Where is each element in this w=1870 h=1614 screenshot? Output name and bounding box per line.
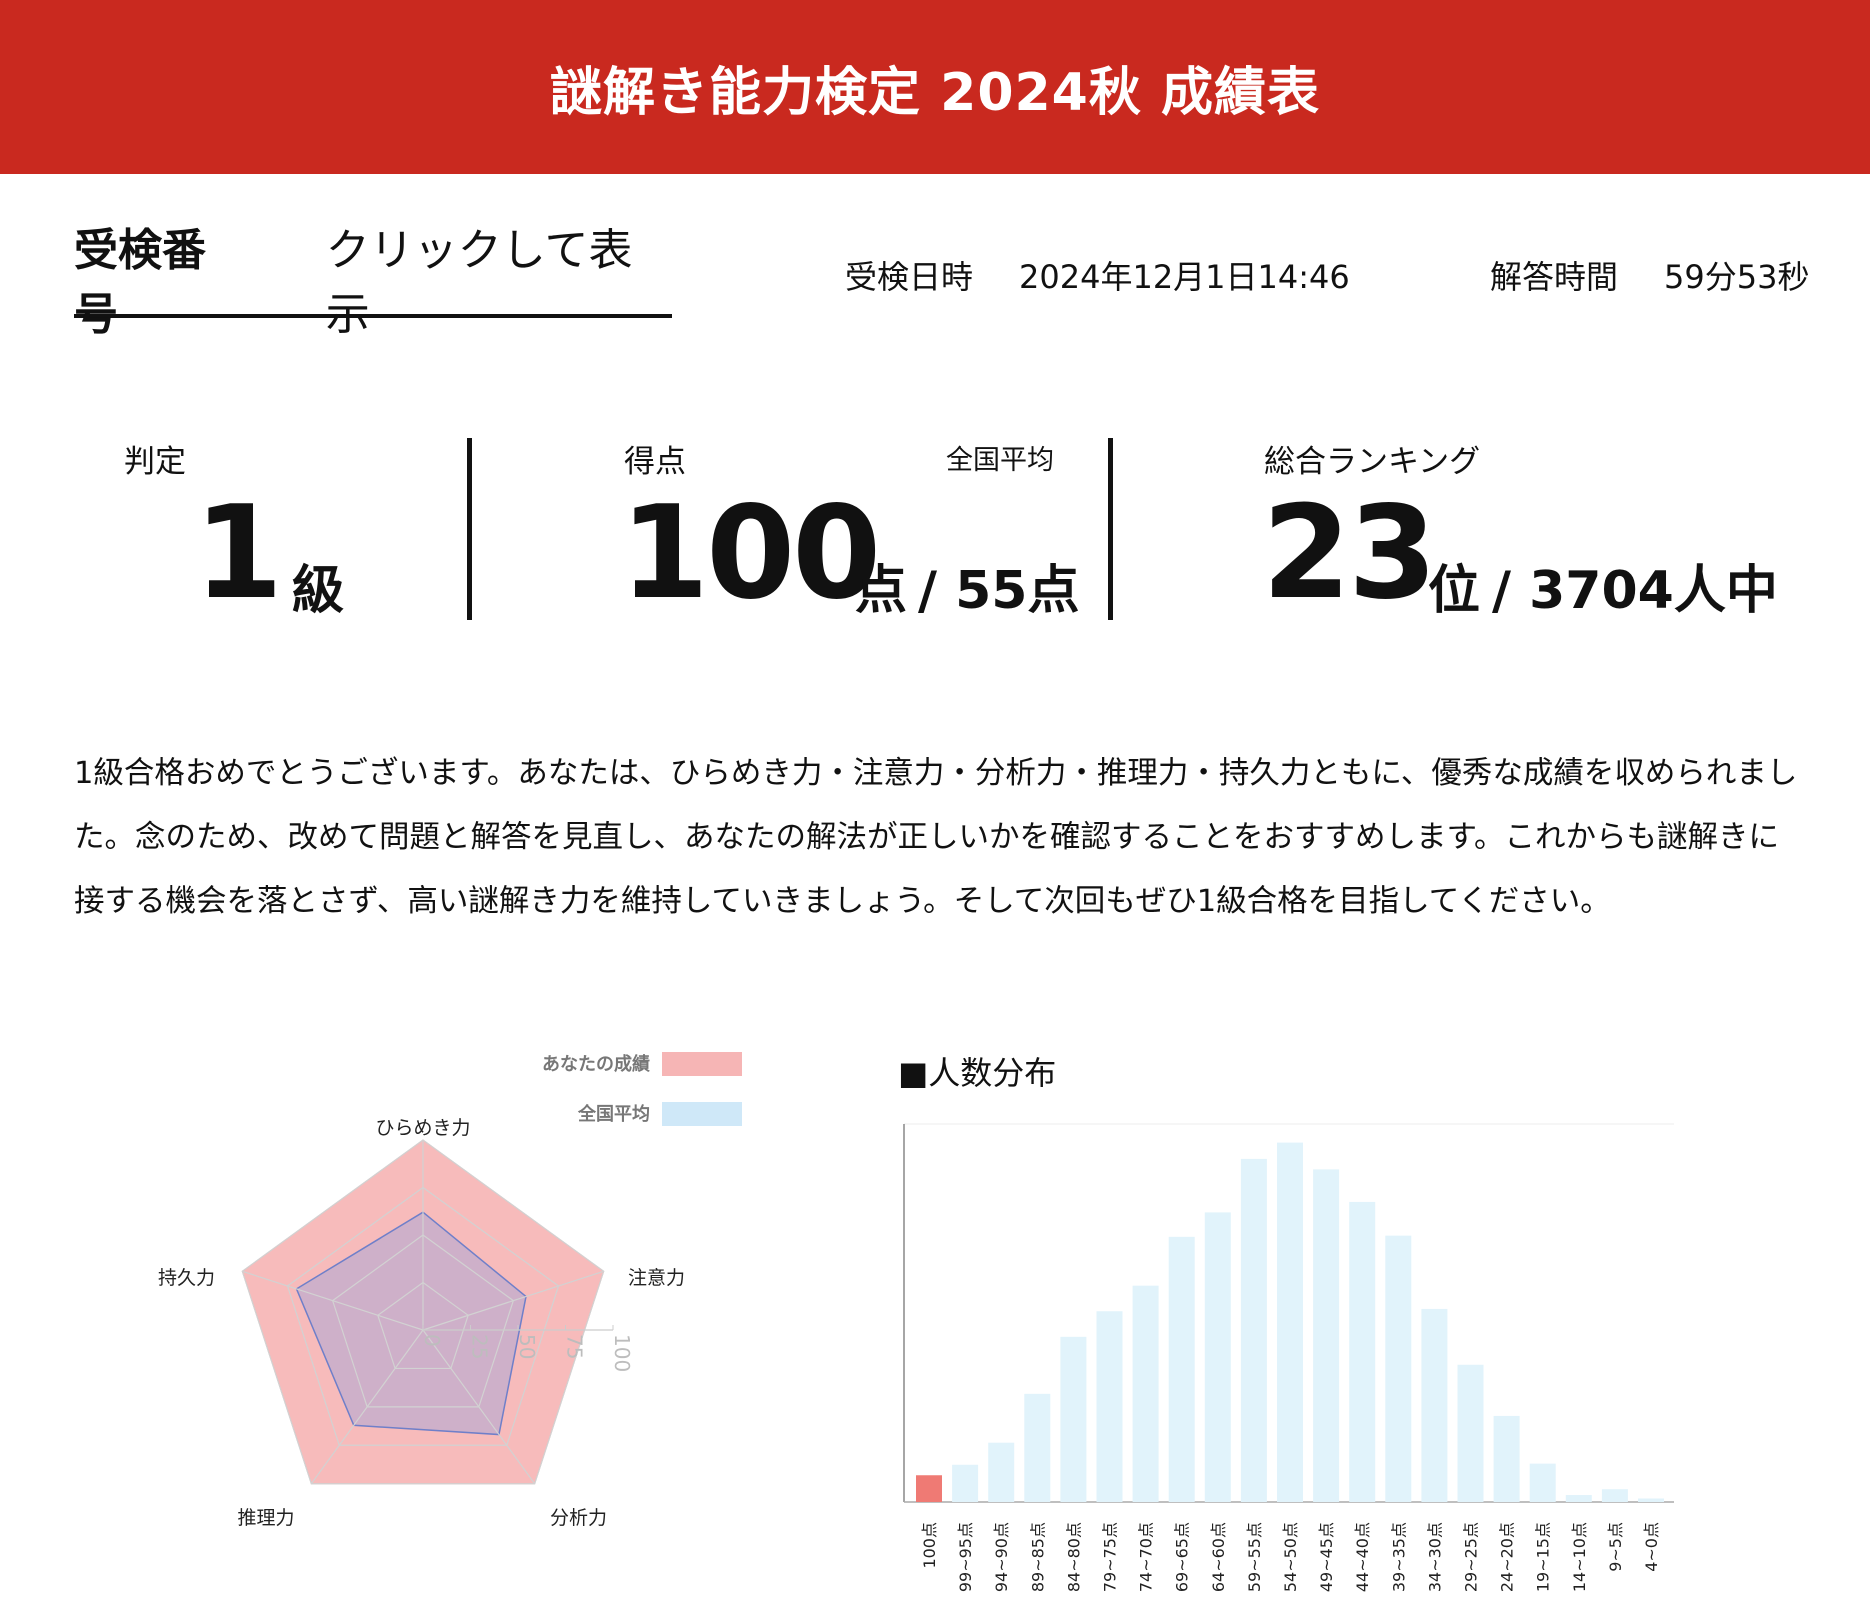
radar-axis-label: 持久力 [158,1267,215,1289]
histogram-category-label: 39~35点 [1389,1522,1408,1592]
exam-date-label: 受検日時 [845,258,974,296]
histogram-bar [1060,1336,1087,1502]
histogram-category-label: 59~55点 [1245,1522,1264,1592]
histogram-category-label: 14~10点 [1570,1522,1589,1592]
radar-axis-label: ひらめき力 [375,1117,470,1139]
histogram-bar [1529,1463,1556,1502]
radar-scale-label: 100 [610,1334,634,1372]
histogram-bar [916,1475,942,1502]
histogram-title-text: ■人数分布 [898,1054,1057,1092]
histogram-category-label: 34~30点 [1425,1522,1444,1592]
ranking-label: 総合ランキング [1264,444,1481,480]
histogram-category-label: 84~80点 [1064,1522,1083,1592]
histogram-chart-svg: 100点 99~95点 94~90点 89~85点 84~80点 79~75点 74~70点… [903,1123,1674,1592]
page-title: 謎解き能力検定 2024秋 成績表 [550,62,1320,123]
header-bar: 謎解き能力検定 2024秋 成績表 [0,0,1870,174]
exam-date: 受検日時 2024年12月1日14:46 [845,252,1350,298]
divider [1108,438,1113,620]
histogram-category-label: 74~70点 [1137,1522,1156,1592]
exam-number-value[interactable]: クリックして表示 [326,214,672,342]
histogram-title: ■人数分布 [898,1048,1056,1094]
histogram-bar [1385,1235,1412,1502]
histogram-chart: 100点 99~95点 94~90点 89~85点 84~80点 79~75点 74~70点… [880,1108,1700,1610]
exam-number-label: 受検番号 [74,225,206,340]
histogram-category-label: 24~20点 [1498,1522,1517,1592]
histogram-category-label: 69~65点 [1173,1522,1192,1592]
histogram-category-label: 4~0点 [1642,1522,1661,1572]
judgement-unit: 級 [292,561,345,621]
histogram-bar [1132,1285,1159,1502]
radar-axis-label: 注意力 [628,1267,685,1289]
histogram-category-label: 19~15点 [1534,1522,1553,1592]
histogram-bar [1168,1236,1195,1502]
histogram-bar [1638,1498,1664,1502]
histogram-category-label: 49~45点 [1317,1522,1336,1592]
histogram-category-label: 44~40点 [1353,1522,1372,1592]
histogram-bar [1240,1158,1267,1502]
histogram-bar [1601,1489,1628,1502]
histogram-bar [1349,1201,1376,1502]
judgement-label: 判定 [124,444,186,480]
histogram-bar [1493,1415,1520,1502]
radar-scale-label: 25 [468,1334,492,1359]
histogram-bar [1313,1169,1340,1502]
judgement-value: 1 [194,479,283,628]
answer-time-value: 59分53秒 [1664,258,1810,296]
radar-chart-svg: 0 25 50 75 100 ひらめき力注意力分析力 推理力 持久力 あなたの成績全国平均 [158,1052,742,1529]
histogram-bar [1277,1142,1303,1502]
radar-axis-label: 分析力 [550,1507,607,1529]
ranking-unit: 位 [1428,561,1481,621]
radar-scale-label: 50 [515,1334,539,1359]
legend-swatch [662,1052,742,1076]
histogram-category-label: 29~25点 [1462,1522,1481,1592]
result-summary: 判定 1 級 得点 全国平均 100 点 / 55点 総合ランキング 23 位 … [0,430,1870,630]
radar-scale-label: 0 [420,1334,444,1347]
divider [467,438,472,620]
histogram-category-label: 9~5点 [1606,1522,1625,1572]
ranking-value: 23 [1262,479,1437,628]
answer-time: 解答時間 59分53秒 [1490,252,1809,298]
legend-label: あなたの成績 [542,1053,650,1075]
histogram-bar [1565,1495,1592,1502]
histogram-bar [1457,1364,1484,1502]
radar-axis-label: 推理力 [237,1507,294,1529]
histogram-category-label: 79~75点 [1101,1522,1120,1592]
histogram-category-label: 99~95点 [956,1522,975,1592]
ranking-total: / 3704人中 [1492,561,1778,621]
histogram-category-label: 94~90点 [992,1522,1011,1592]
exam-info-row: 受検番号 クリックして表示 受検日時 2024年12月1日14:46 解答時間 … [0,225,1870,340]
histogram-bar [1024,1393,1051,1502]
legend-label: 全国平均 [577,1103,650,1125]
radar-scale-label: 75 [563,1334,587,1359]
score-value: 100 [620,479,881,628]
histogram-bar [1204,1212,1231,1502]
answer-time-label: 解答時間 [1490,258,1619,296]
average-label: 全国平均 [946,445,1054,476]
histogram-bar [952,1464,979,1502]
score-label: 得点 [624,444,686,480]
histogram-category-label: 54~50点 [1281,1522,1300,1592]
legend-swatch [662,1102,742,1126]
histogram-bar [1096,1311,1123,1502]
histogram-category-label: 89~85点 [1028,1522,1047,1592]
histogram-bar [988,1442,1015,1502]
radar-chart: 0 25 50 75 100 ひらめき力注意力分析力 推理力 持久力 あなたの成績全国平均 [0,1030,820,1610]
average-value: / 55点 [918,561,1080,621]
histogram-category-label: 100点 [920,1522,939,1569]
exam-number-reveal[interactable]: 受検番号 クリックして表示 [74,225,672,340]
result-message: 1級合格おめでとうございます。あなたは、ひらめき力・注意力・分析力・推理力・持久… [74,756,1798,919]
score-unit: 点 [855,561,908,621]
histogram-bar [1421,1308,1448,1502]
exam-date-value: 2024年12月1日14:46 [1019,258,1350,296]
histogram-category-label: 64~60点 [1209,1522,1228,1592]
